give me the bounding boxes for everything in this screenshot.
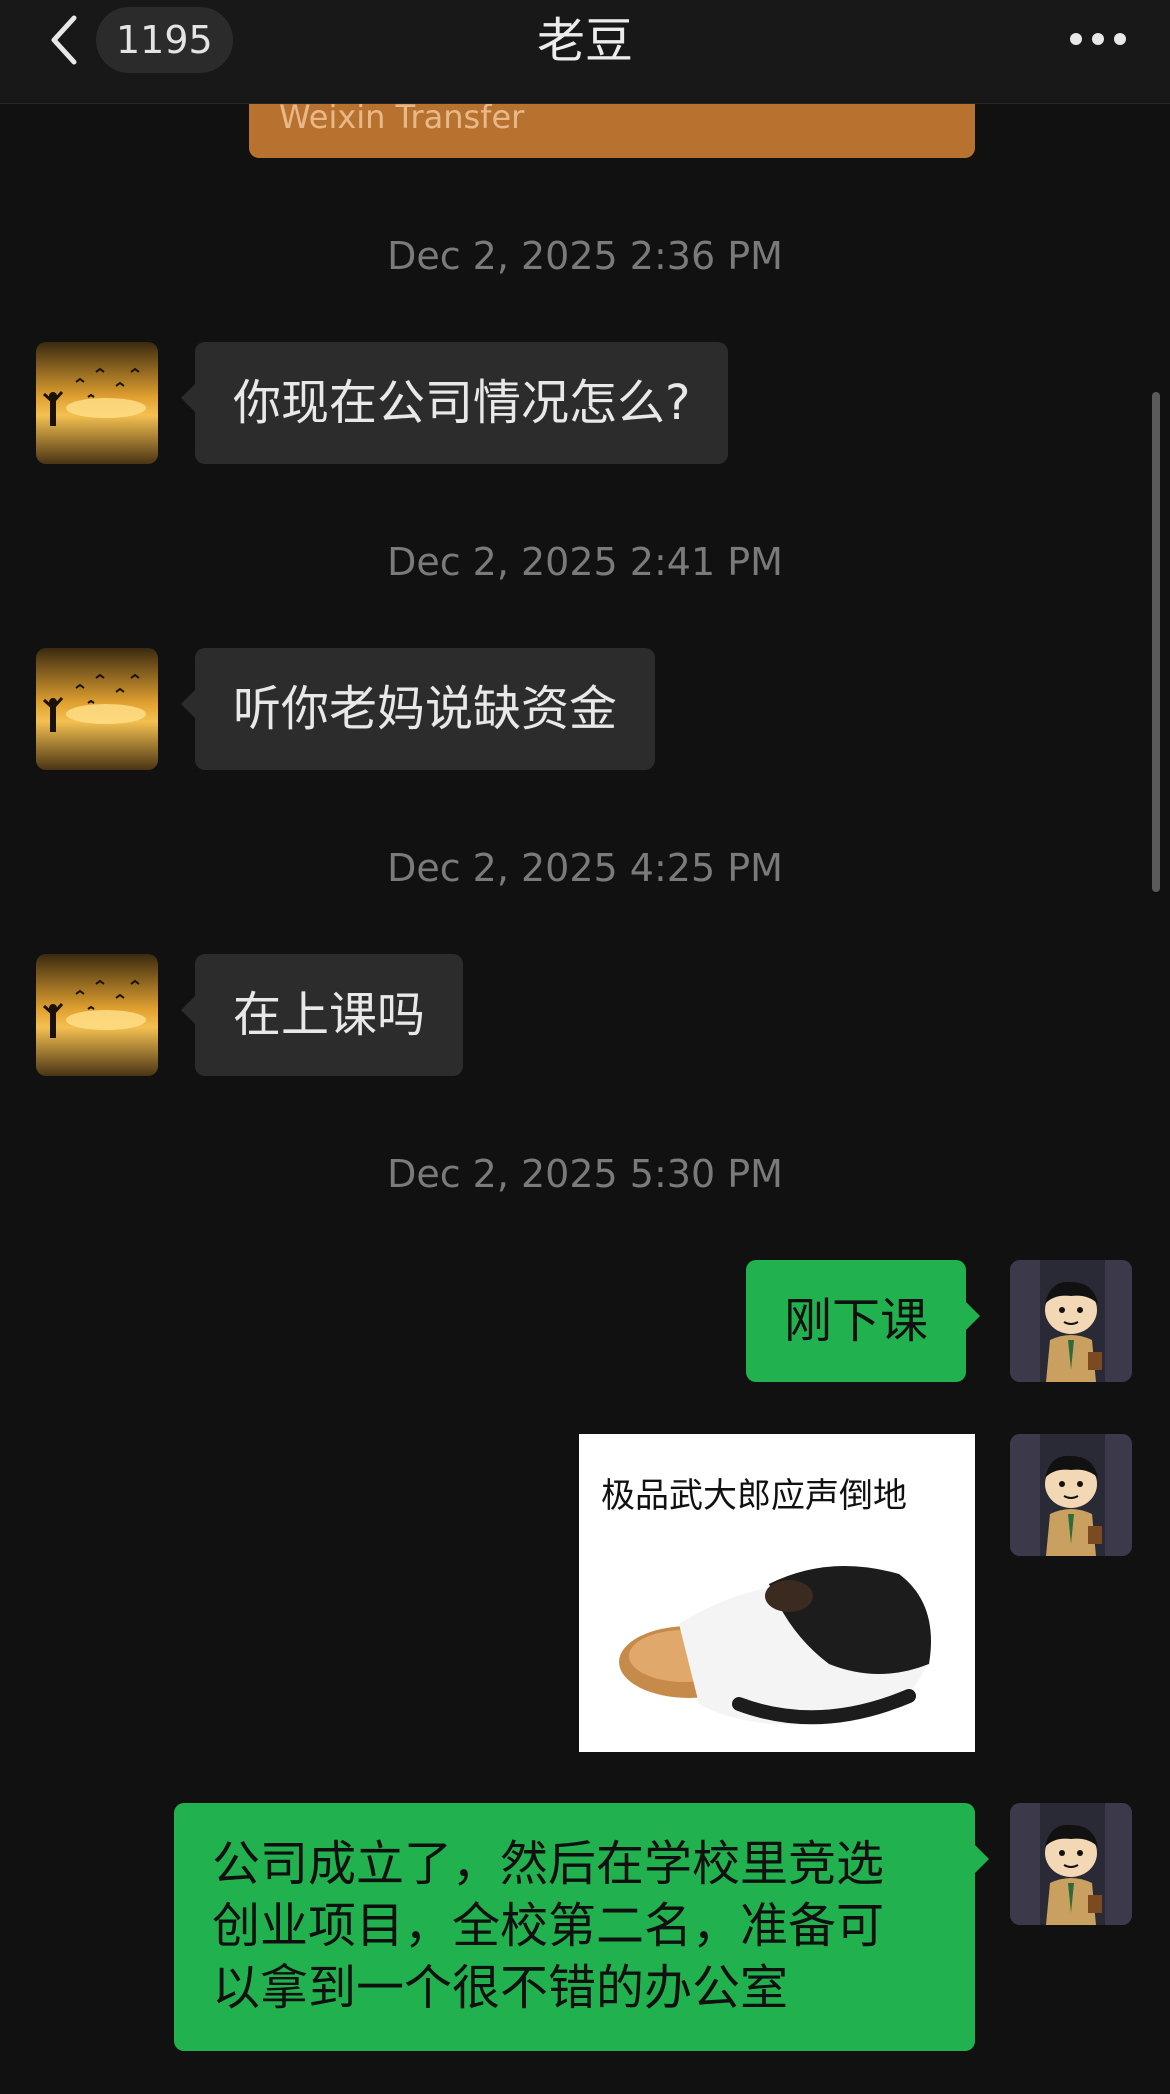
outgoing-message-bubble[interactable]: 刚下课	[746, 1260, 981, 1382]
contact-avatar[interactable]	[36, 648, 158, 770]
chat-header: 1195 老豆	[0, 0, 1170, 104]
self-avatar[interactable]	[1010, 1260, 1132, 1382]
message-timestamp: Dec 2, 2025 4:25 PM	[387, 846, 783, 890]
cartoon-boy-avatar-icon	[1010, 1803, 1132, 1925]
message-text: 听你老妈说缺资金	[233, 681, 618, 737]
unread-count-badge[interactable]: 1195	[96, 7, 233, 73]
sunset-avatar-icon	[36, 648, 158, 770]
chat-screen: 1195 老豆 Weixin Transfer Dec 2, 2025 2:36…	[0, 0, 1170, 2094]
sunset-avatar-icon	[36, 954, 158, 1076]
chevron-left-icon	[51, 15, 77, 65]
message-text: 你现在公司情况怎么?	[233, 375, 691, 431]
sunset-avatar-icon	[36, 342, 158, 464]
sticker-caption: 极品武大郎应声倒地	[601, 1476, 907, 1516]
incoming-message-bubble[interactable]: 听你老妈说缺资金	[181, 648, 656, 770]
message-text-line: 公司成立了，然后在学校里竞选	[212, 1836, 885, 1892]
outgoing-message-bubble[interactable]: 公司成立了，然后在学校里竞选 创业项目，全校第二名，准备可 以拿到一个很不错的办…	[174, 1803, 989, 2051]
incoming-message-bubble[interactable]: 你现在公司情况怎么?	[181, 342, 729, 464]
message-timestamp: Dec 2, 2025 2:41 PM	[387, 540, 783, 584]
message-timestamp: Dec 2, 2025 2:36 PM	[387, 234, 783, 278]
self-avatar[interactable]	[1010, 1434, 1132, 1556]
message-text: 刚下课	[784, 1293, 929, 1349]
self-avatar[interactable]	[1010, 1803, 1132, 1925]
incoming-message-bubble[interactable]: 在上课吗	[181, 954, 464, 1076]
message-text-line: 以拿到一个很不错的办公室	[212, 1960, 789, 2016]
contact-avatar[interactable]	[36, 342, 158, 464]
message-text-line: 创业项目，全校第二名，准备可	[212, 1898, 885, 1954]
cartoon-boy-avatar-icon	[1010, 1434, 1132, 1556]
message-text: 在上课吗	[233, 987, 426, 1043]
back-button[interactable]	[44, 14, 84, 66]
more-dots-icon[interactable]	[1068, 24, 1128, 54]
cartoon-boy-avatar-icon	[1010, 1260, 1132, 1382]
contact-avatar[interactable]	[36, 954, 158, 1076]
sticker-image[interactable]: 极品武大郎应声倒地	[579, 1434, 975, 1752]
message-timestamp: Dec 2, 2025 5:30 PM	[387, 1152, 783, 1196]
scrollbar[interactable]	[1152, 392, 1160, 892]
